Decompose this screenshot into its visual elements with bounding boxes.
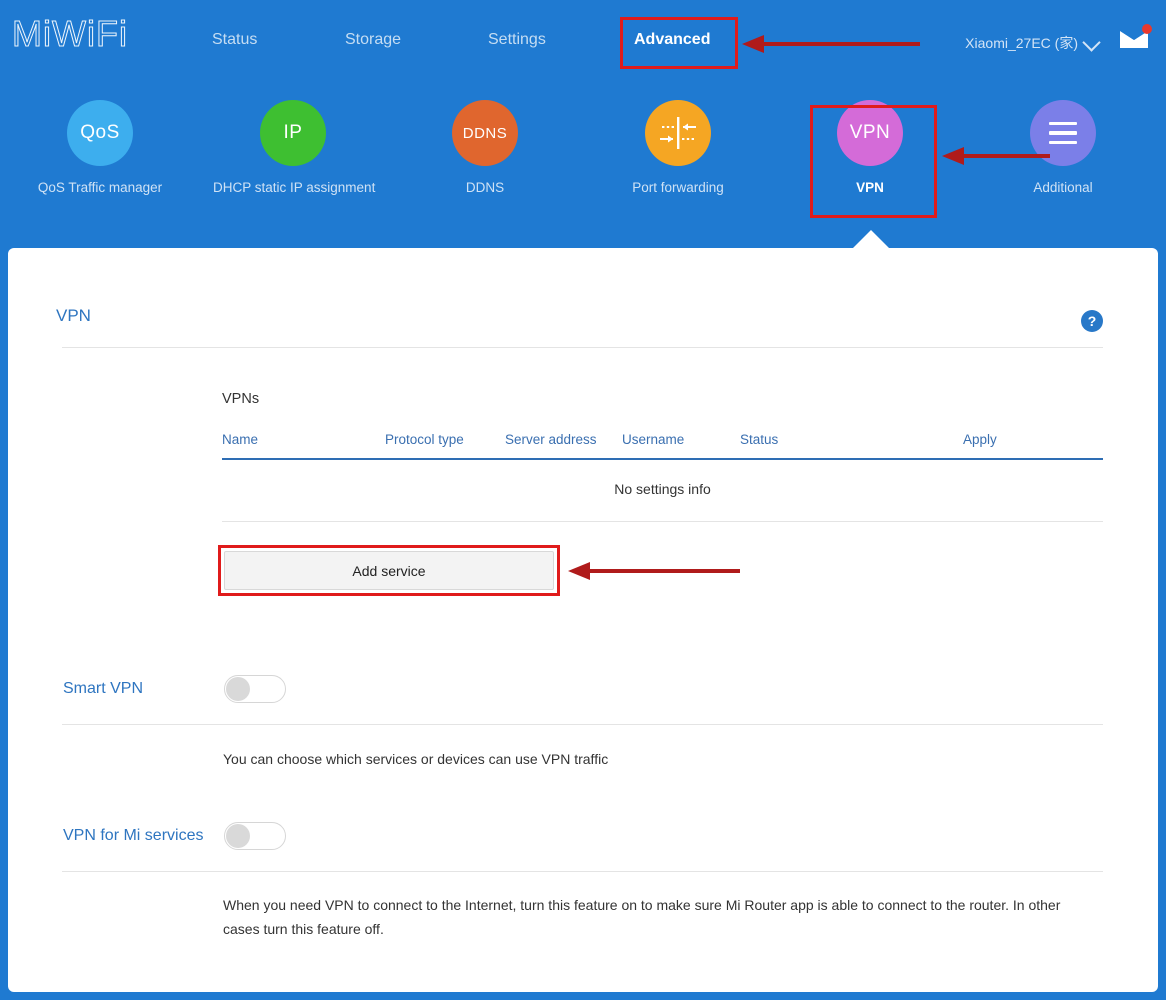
ip-icon: IP — [260, 100, 326, 166]
title-divider — [62, 347, 1103, 348]
vpn-for-mi-services-toggle-knob — [226, 824, 250, 848]
ddns-icon-text: DDNS — [463, 125, 508, 142]
page-title: VPN — [56, 306, 91, 326]
vpn-for-mi-services-label: VPN for Mi services — [63, 827, 203, 845]
hamburger-bars-glyph — [1049, 122, 1077, 145]
column-header-name[interactable]: Name — [222, 432, 258, 447]
column-header-protocol-type[interactable]: Protocol type — [385, 432, 464, 447]
column-header-status[interactable]: Status — [740, 432, 778, 447]
qos-icon: QoS — [67, 100, 133, 166]
column-header-apply[interactable]: Apply — [963, 432, 997, 447]
icon-label-additional: Additional — [983, 180, 1143, 195]
smart-vpn-label: Smart VPN — [63, 680, 143, 698]
qos-icon-text: QoS — [80, 122, 120, 144]
icon-label-dhcp: DHCP static IP assignment — [213, 180, 373, 195]
nav-item-storage[interactable]: Storage — [345, 31, 401, 49]
advanced-icon-row: QoS QoS Traffic manager IP DHCP static I… — [0, 100, 1166, 230]
port-forwarding-glyph — [656, 114, 700, 152]
smart-vpn-toggle[interactable] — [224, 675, 286, 703]
help-icon[interactable]: ? — [1081, 310, 1103, 332]
table-bottom-divider — [222, 521, 1103, 522]
column-header-username[interactable]: Username — [622, 432, 684, 447]
icon-tile-port-forwarding[interactable]: Port forwarding — [598, 100, 758, 195]
smart-vpn-description: You can choose which services or devices… — [223, 747, 1103, 771]
mail-notification-dot — [1142, 24, 1152, 34]
smart-vpn-toggle-knob — [226, 677, 250, 701]
icon-label-port-forwarding: Port forwarding — [598, 180, 758, 195]
icon-label-vpn: VPN — [790, 180, 950, 195]
content-panel — [8, 248, 1158, 992]
vpn-icon-text: VPN — [850, 122, 891, 144]
add-service-button[interactable]: Add service — [224, 551, 554, 590]
chevron-down-icon[interactable] — [1082, 33, 1100, 51]
active-tab-caret — [852, 230, 890, 249]
icon-label-ddns: DDNS — [405, 180, 565, 195]
vpns-section-label: VPNs — [222, 391, 259, 407]
nav-item-settings[interactable]: Settings — [488, 31, 546, 49]
smart-vpn-divider — [62, 724, 1103, 725]
vpn-table-header: Name Protocol type Server address Userna… — [222, 432, 1103, 450]
vpn-for-mi-services-toggle[interactable] — [224, 822, 286, 850]
icon-tile-dhcp[interactable]: IP DHCP static IP assignment — [213, 100, 373, 195]
top-navigation-bar: MiWiFi Status Storage Settings Advanced … — [0, 0, 1166, 85]
column-header-server-address[interactable]: Server address — [505, 432, 597, 447]
router-name-label[interactable]: Xiaomi_27EC (家) — [965, 33, 1078, 53]
icon-tile-additional[interactable]: Additional — [983, 100, 1143, 195]
ip-icon-text: IP — [284, 122, 303, 144]
icon-tile-qos[interactable]: QoS QoS Traffic manager — [20, 100, 180, 195]
nav-item-advanced[interactable]: Advanced — [634, 31, 710, 49]
ddns-icon: DDNS — [452, 100, 518, 166]
port-forwarding-icon — [645, 100, 711, 166]
table-empty-message: No settings info — [222, 481, 1103, 497]
vpn-for-mi-services-divider — [62, 871, 1103, 872]
vpn-icon: VPN — [837, 100, 903, 166]
vpn-for-mi-services-description: When you need VPN to connect to the Inte… — [223, 893, 1083, 941]
table-header-underline — [222, 458, 1103, 460]
nav-item-status[interactable]: Status — [212, 31, 257, 49]
icon-tile-vpn[interactable]: VPN VPN — [790, 100, 950, 195]
additional-menu-icon — [1030, 100, 1096, 166]
icon-label-qos: QoS Traffic manager — [20, 180, 180, 195]
miwifi-logo: MiWiFi — [12, 12, 128, 56]
icon-tile-ddns[interactable]: DDNS DDNS — [405, 100, 565, 195]
